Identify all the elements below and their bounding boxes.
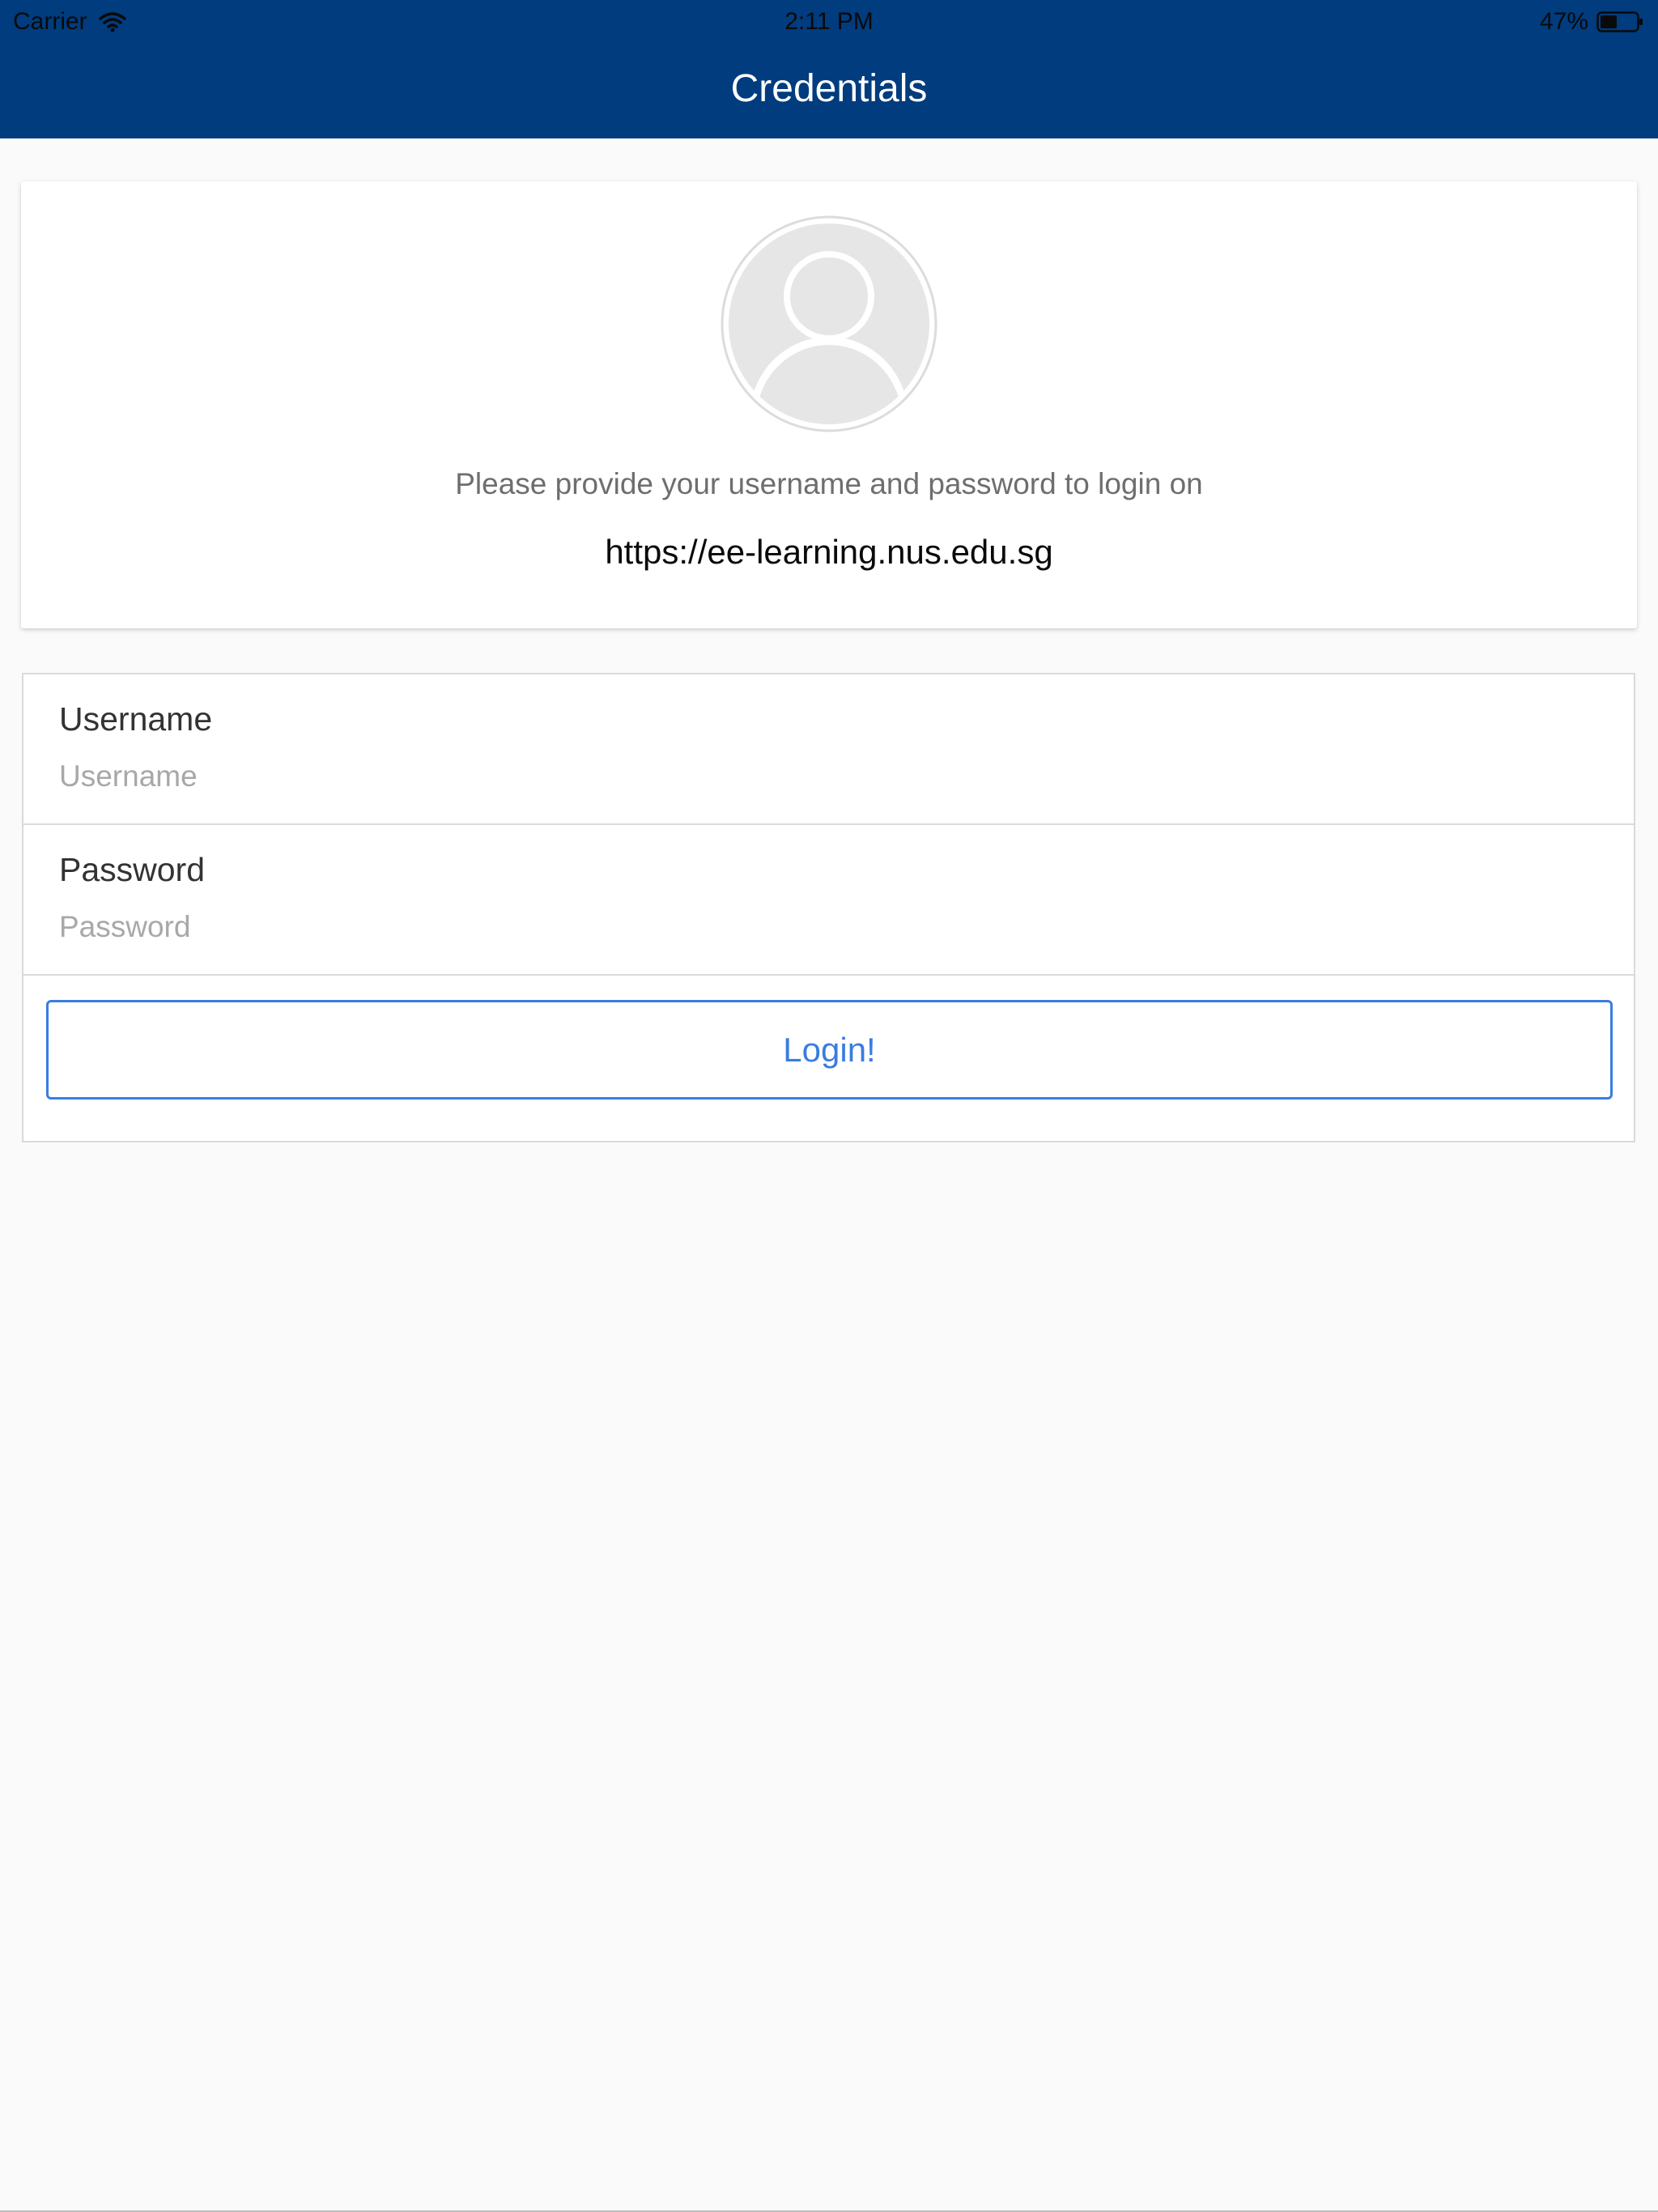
password-input[interactable] (59, 903, 1581, 951)
status-right: 47% (1540, 8, 1643, 36)
server-url: https://ee-learning.nus.edu.sg (605, 533, 1053, 571)
username-input[interactable] (59, 752, 1581, 801)
login-button[interactable]: Login! (46, 1000, 1613, 1100)
status-bar: Carrier 2:11 PM 47% (0, 0, 1658, 45)
login-instruction-text: Please provide your username and passwor… (455, 467, 1203, 500)
battery-percent: 47% (1539, 8, 1588, 35)
username-label: Username (59, 700, 213, 738)
page-title: Credentials (730, 67, 928, 110)
status-time: 2:11 PM (784, 8, 874, 35)
username-field-row: Username (23, 674, 1634, 825)
login-form: Username Password Login! (22, 673, 1635, 1142)
app-header: Carrier 2:11 PM 47% Credentials (0, 0, 1658, 138)
user-avatar-icon (721, 215, 937, 432)
login-info-card: Please provide your username and passwor… (21, 181, 1637, 628)
password-label: Password (59, 851, 206, 888)
battery-icon (1596, 11, 1643, 32)
password-field-row: Password (23, 825, 1634, 976)
